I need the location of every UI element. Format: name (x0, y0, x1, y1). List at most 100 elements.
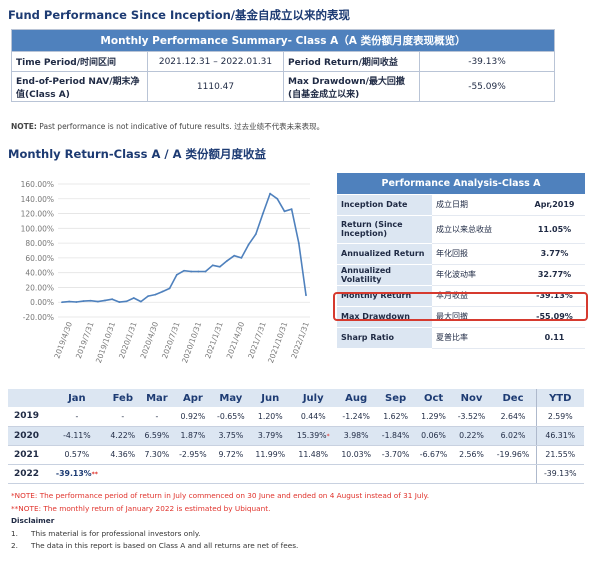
return-cell (335, 464, 377, 484)
data-point (262, 212, 264, 215)
return-cell-jan-2022: -39.13%** (48, 464, 106, 484)
return-cell: 3.98% (335, 426, 377, 446)
perf-label-en: Annualized Return (337, 243, 432, 265)
return-cell: 6.02% (490, 426, 536, 446)
return-cell (290, 464, 336, 484)
monthly-returns-table: Jan Feb Mar Apr May Jun July Aug Sep Oct… (8, 389, 584, 484)
perf-value: 32.77% (524, 264, 585, 286)
return-cell: - (105, 407, 140, 427)
year-label: 2021 (8, 445, 48, 465)
summary-label: Time Period/时间区间 (11, 51, 148, 72)
page-title: Fund Performance Since Inception/基金自成立以来… (8, 8, 350, 22)
data-point (147, 295, 150, 297)
x-tick-label: 2019/7/31 (74, 320, 96, 359)
return-value: -39.13% (55, 469, 92, 478)
return-cell: 4.22% (105, 426, 140, 446)
data-point (82, 300, 85, 303)
y-tick-label: 100.00% (21, 224, 54, 233)
perf-value: Apr,2019 (524, 194, 585, 216)
return-cell: -2.95% (173, 445, 212, 465)
return-cell: -1.84% (376, 426, 415, 446)
year-row: 2020 -4.11% 4.22% 6.59% 1.87% 3.75% 3.79… (8, 426, 584, 446)
return-cell: -1.24% (335, 407, 377, 427)
perf-label-cn: 年化回报 (432, 243, 524, 265)
x-tick-label: 2022/1/31 (289, 320, 311, 359)
x-tick-label: 2020/1/31 (117, 320, 139, 359)
data-point (283, 210, 286, 213)
disclaimer-number: 2. (11, 541, 18, 550)
return-cell: 1.20% (249, 407, 291, 427)
return-cell: 2.64% (490, 407, 536, 427)
data-point (89, 299, 92, 302)
note-label: NOTE: (11, 122, 37, 131)
past-performance-note: NOTE: Past performance is not indicative… (11, 121, 324, 132)
summary-value: 1110.47 (147, 71, 284, 102)
y-tick-label: -20.00% (23, 313, 54, 322)
disclaimer-heading: Disclaimer (11, 516, 55, 525)
month-header: Sep (376, 389, 415, 407)
footnotes: *NOTE: The performance period of return … (11, 490, 429, 553)
month-header: Apr (173, 389, 212, 407)
x-tick-label: 2020/7/31 (160, 320, 182, 359)
return-cell-july: 15.39%* (290, 426, 336, 446)
data-point (305, 294, 307, 297)
y-tick-label: 120.00% (21, 210, 54, 219)
footnote-star: ** (91, 471, 98, 478)
return-cell: 4.36% (105, 445, 140, 465)
disclaimer-text: The data in this report is based on Clas… (31, 541, 299, 550)
month-header: Aug (335, 389, 377, 407)
y-tick-label: 140.00% (21, 195, 54, 204)
y-tick-label: 60.00% (25, 254, 54, 263)
x-tick-label: 2021/7/31 (246, 320, 268, 359)
data-point (75, 301, 78, 303)
return-cell: 7.30% (139, 445, 174, 465)
data-point (254, 233, 257, 236)
return-cell: 11.48% (290, 445, 336, 465)
return-value: 15.39% (296, 431, 327, 440)
performance-analysis-table: Performance Analysis-Class A Inception D… (337, 173, 585, 349)
year-row: 2021 0.57% 4.36% 7.30% -2.95% 9.72% 11.9… (8, 445, 584, 465)
x-tick-label: 2019/10/31 (94, 320, 117, 364)
y-tick-label: 20.00% (25, 283, 54, 292)
year-row: 2022 -39.13%** -39.13% (8, 464, 584, 484)
data-point (125, 300, 128, 303)
ytd-cell: 21.55% (535, 445, 584, 465)
ytd-cell: 2.59% (535, 407, 584, 427)
y-tick-label: 80.00% (25, 239, 54, 248)
summary-label: Period Return/期间收益 (283, 51, 420, 72)
return-cell: 3.79% (249, 426, 291, 446)
return-cell (376, 464, 415, 484)
x-tick-label: 2019/4/30 (52, 320, 74, 359)
month-header: Dec (490, 389, 536, 407)
data-point (226, 259, 228, 262)
summary-row: Time Period/时间区间 2021.12.31 – 2022.01.31… (11, 51, 555, 72)
month-header: Mar (139, 389, 174, 407)
ytd-header: YTD (535, 389, 584, 407)
return-cell: -6.67% (414, 445, 453, 465)
disclaimer-item: 1. This material is for professional inve… (11, 528, 429, 541)
series-line (61, 192, 307, 303)
month-header: Oct (414, 389, 453, 407)
data-point (183, 269, 185, 272)
summary-label: Max Drawdown/最大回撤(自基金成立以来) (283, 71, 420, 102)
month-header: July (290, 389, 336, 407)
data-point (247, 243, 250, 246)
perf-label-en: Sharp Ratio (337, 327, 432, 349)
perf-value: 3.77% (524, 243, 585, 265)
return-cell: 1.87% (173, 426, 212, 446)
summary-value: -55.09% (419, 71, 555, 102)
return-cell: 1.62% (376, 407, 415, 427)
footnote-star: * (326, 433, 330, 440)
disclaimer-item: 2. The data in this report is based on Cl… (11, 540, 429, 553)
perf-label-en: Return (Since Inception) (337, 215, 432, 244)
data-point (111, 298, 114, 301)
year-label: 2022 (8, 464, 48, 484)
note-text: Past performance is not indicative of fu… (39, 122, 325, 131)
data-point (211, 264, 214, 267)
data-point (161, 290, 164, 293)
perf-row: Annualized Return 年化回报 3.77% (337, 243, 585, 265)
january-note: **NOTE: The monthly return of January 20… (11, 503, 271, 513)
perf-label-en: Inception Date (337, 194, 432, 216)
return-cell: 9.72% (211, 445, 250, 465)
data-point (96, 300, 99, 303)
